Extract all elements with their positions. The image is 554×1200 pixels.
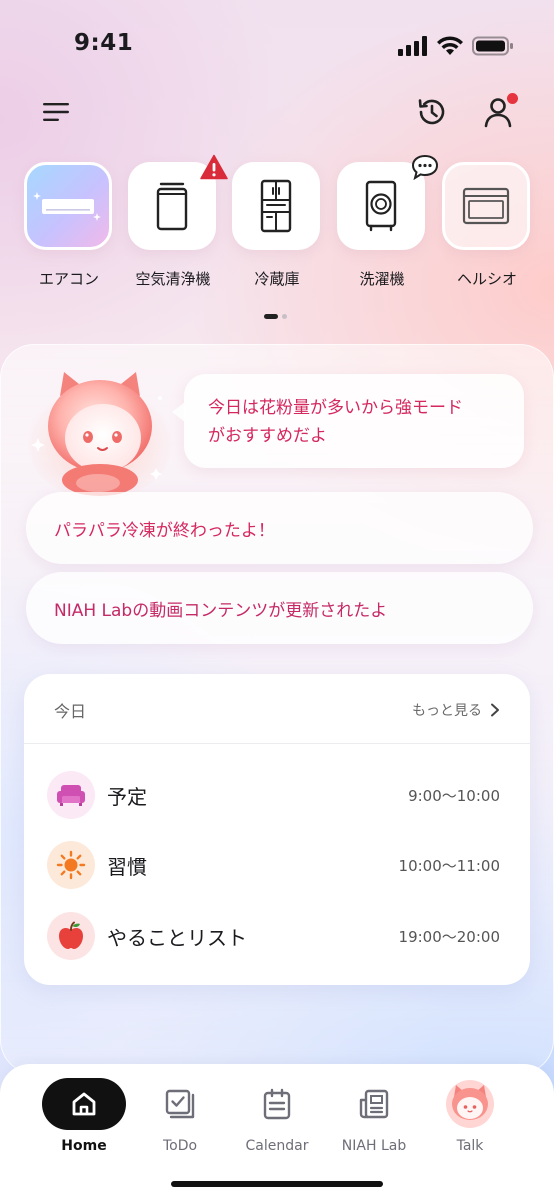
bottom-navigation: Home ToDo Calendar NIAH Lab Talk (0, 1064, 554, 1200)
device-label: 洗濯機 (359, 270, 405, 288)
nav-label: ToDo (162, 1138, 198, 1154)
nav-label: Talk (456, 1138, 484, 1154)
cellular-signal-icon (398, 36, 427, 56)
assistant-message: 今日は花粉量が多いから強モード がおすすめだよ (208, 398, 463, 446)
battery-icon (472, 36, 513, 56)
refrigerator-icon (260, 179, 292, 233)
wifi-icon (437, 36, 463, 55)
carousel-pager (264, 314, 287, 319)
nav-label: Calendar (245, 1138, 309, 1154)
see-more-label: もっと見る (412, 703, 482, 719)
see-more-link[interactable]: もっと見る (412, 700, 500, 720)
nav-todo[interactable]: ToDo (130, 1078, 230, 1154)
device-washing-machine[interactable]: 洗濯機 (337, 154, 439, 289)
apple-icon (47, 912, 95, 960)
profile-button[interactable] (480, 93, 518, 130)
pager-dot-active (264, 314, 278, 319)
assistant-speech-bubble: 今日は花粉量が多いから強モード がおすすめだよ (172, 374, 524, 468)
status-time: 9:41 (74, 30, 134, 56)
schedule-row[interactable]: 予定 9:00〜10:00 (24, 765, 530, 825)
schedule-time: 9:00〜10:00 (408, 787, 500, 805)
schedule-row[interactable]: やることリスト 19:00〜20:00 (24, 906, 530, 966)
microwave-oven-icon (462, 187, 510, 225)
device-air-purifier[interactable]: 空気清浄機 (128, 154, 228, 289)
sun-icon (47, 841, 95, 889)
nav-label: NIAH Lab (341, 1138, 407, 1154)
device-label: 冷蔵庫 (254, 270, 300, 288)
air-conditioner-icon (33, 192, 101, 221)
device-tile[interactable] (24, 162, 112, 250)
washing-machine-icon (365, 180, 397, 232)
device-carousel[interactable]: エアコン 空気清浄機 冷蔵庫 洗濯機 ヘルシオ (24, 154, 554, 302)
sofa-icon (47, 771, 95, 819)
chevron-right-icon (491, 703, 499, 717)
nav-talk[interactable]: Talk (420, 1078, 520, 1154)
device-refrigerator[interactable]: 冷蔵庫 (232, 162, 322, 289)
status-bar: 9:41 (0, 0, 554, 96)
history-clock-icon (418, 99, 445, 125)
menu-button[interactable] (40, 96, 72, 128)
notification-dot (507, 93, 518, 104)
notice-text: NIAH Labの動画コンテンツが更新されたよ (54, 600, 388, 621)
calendar-icon (227, 1078, 327, 1130)
nav-calendar[interactable]: Calendar (227, 1078, 327, 1154)
notice-text: パラパラ冷凍が終わったよ！ (54, 520, 275, 541)
nav-home[interactable]: Home (34, 1078, 134, 1154)
home-indicator (171, 1181, 383, 1187)
mascot-character-icon (28, 372, 174, 498)
device-healsio[interactable]: ヘルシオ (442, 162, 532, 289)
device-label: 空気清浄機 (135, 270, 211, 288)
today-header: 今日 もっと見る (24, 674, 530, 744)
schedule-time: 19:00〜20:00 (398, 928, 500, 946)
air-purifier-icon (156, 182, 188, 231)
mascot-avatar-icon (420, 1078, 520, 1130)
nav-niah-lab[interactable]: NIAH Lab (324, 1078, 424, 1154)
notice-card[interactable]: NIAH Labの動画コンテンツが更新されたよ (26, 572, 533, 644)
device-tile[interactable] (337, 154, 439, 250)
schedule-row[interactable]: 習慣 10:00〜11:00 (24, 835, 530, 895)
schedule-label: 習慣 (107, 855, 147, 879)
schedule-label: 予定 (107, 785, 147, 809)
pager-dot (282, 314, 287, 319)
device-tile[interactable] (128, 154, 228, 250)
device-air-conditioner[interactable]: エアコン (24, 162, 114, 289)
checklist-icon (130, 1078, 230, 1130)
home-icon (42, 1078, 126, 1130)
device-label: エアコン (38, 270, 99, 288)
today-card: 今日 もっと見る 予定 9:00〜10:00 習慣 10:00〜11:00 やる… (24, 674, 530, 985)
device-label: ヘルシオ (456, 270, 517, 288)
device-tile[interactable] (232, 162, 320, 250)
newspaper-icon (324, 1078, 424, 1130)
notice-card[interactable]: パラパラ冷凍が終わったよ！ (26, 492, 533, 564)
status-icons (398, 36, 514, 56)
warning-icon (200, 154, 228, 180)
schedule-time: 10:00〜11:00 (398, 857, 500, 875)
chat-bubble-icon (411, 154, 439, 180)
nav-icon-wrap (34, 1078, 134, 1130)
today-title: 今日 (54, 702, 87, 721)
history-button[interactable] (414, 94, 450, 130)
device-tile[interactable] (442, 162, 530, 250)
schedule-label: やることリスト (107, 926, 247, 950)
hamburger-menu-icon (43, 103, 69, 121)
nav-label: Home (61, 1138, 107, 1154)
